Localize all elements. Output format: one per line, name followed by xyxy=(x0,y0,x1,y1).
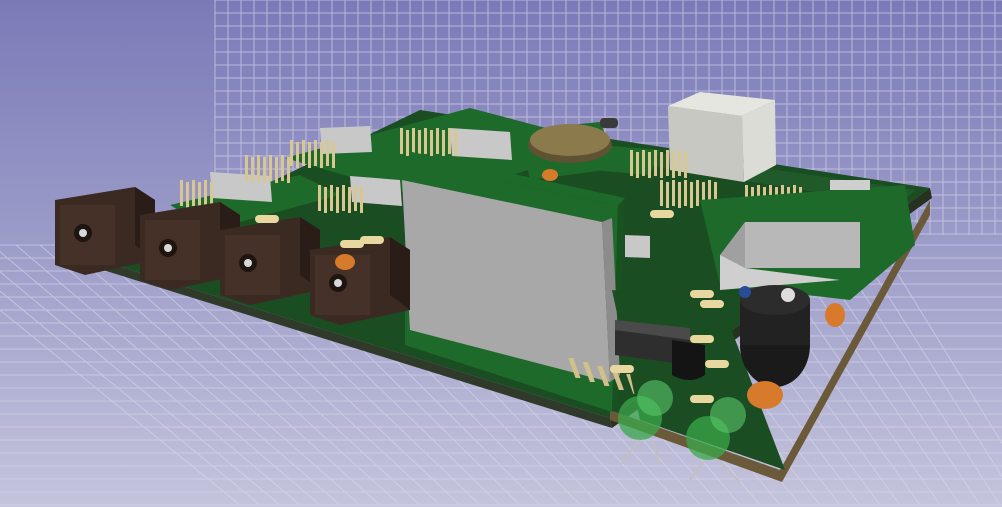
pcb-3d-scene xyxy=(0,0,1002,506)
buzzer xyxy=(740,285,810,387)
transistor xyxy=(672,340,705,380)
dc-jack-4 xyxy=(310,237,410,325)
dc-jack-3 xyxy=(220,217,320,305)
3d-viewport[interactable] xyxy=(0,0,1002,507)
